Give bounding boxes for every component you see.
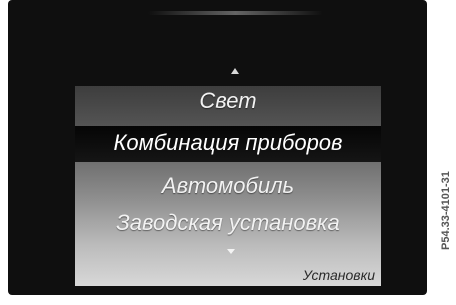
menu-item-instrument-cluster[interactable]: Комбинация приборов [75, 126, 381, 162]
menu-item-label: Свет [199, 88, 257, 113]
menu-item-label: Комбинация приборов [113, 130, 343, 155]
scroll-up-icon[interactable] [231, 68, 239, 74]
figure-code-text: P54.33-4101-31 [440, 171, 452, 250]
top-light-strip [148, 11, 323, 15]
scroll-down-icon[interactable] [227, 249, 235, 254]
menu-item-label: Автомобиль [161, 173, 295, 198]
menu-item-light[interactable]: Свет [75, 88, 381, 114]
menu-item-factory-settings[interactable]: Заводская установка [75, 210, 381, 236]
settings-menu-screen: Свет Комбинация приборов Автомобиль Заво… [75, 86, 381, 286]
section-title: Установки [302, 267, 375, 283]
menu-item-label: Заводская установка [116, 210, 340, 235]
menu-item-vehicle[interactable]: Автомобиль [75, 173, 381, 199]
